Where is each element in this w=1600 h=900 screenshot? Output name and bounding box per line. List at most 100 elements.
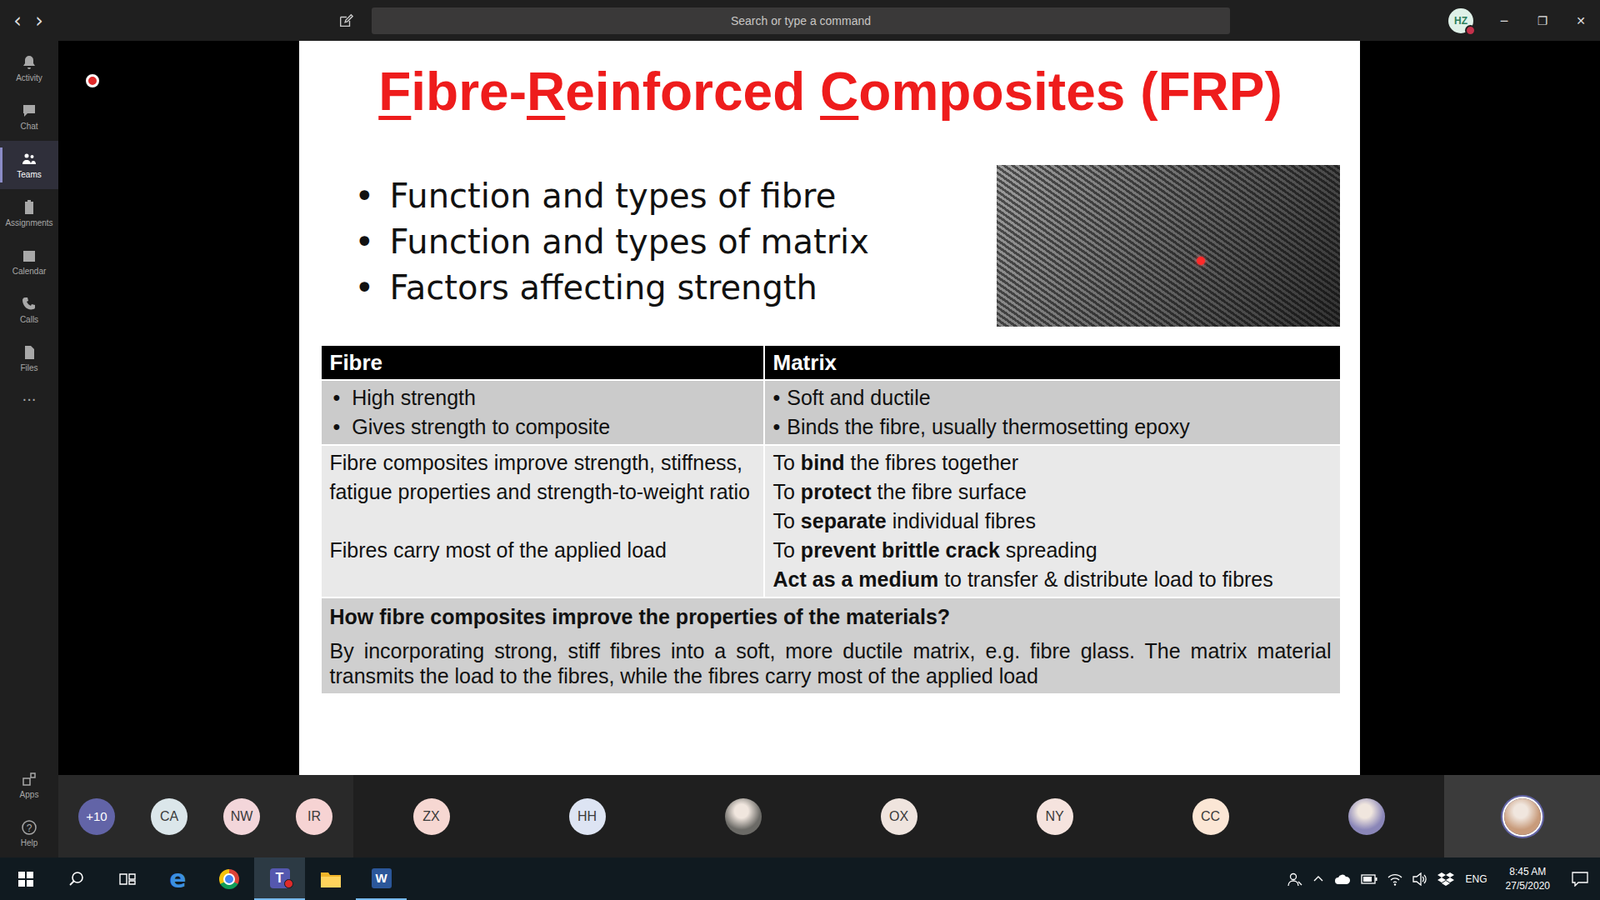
- line-segment: Act as a medium: [773, 567, 940, 591]
- notification-button[interactable]: [1560, 857, 1600, 900]
- title-segment: R: [526, 61, 565, 122]
- window-control[interactable]: ❐: [1523, 0, 1562, 41]
- clock[interactable]: 8:45 AM27/5/2020: [1495, 865, 1560, 894]
- rail-item[interactable]: Activity: [0, 44, 59, 93]
- line-segment: individual fibres: [886, 509, 1036, 533]
- taskbar-app[interactable]: T: [254, 857, 305, 900]
- matrix-line: Act as a medium to transfer & distribute…: [773, 565, 1332, 595]
- system-tray: ENG8:45 AM27/5/2020: [1282, 857, 1600, 900]
- participant-tile[interactable]: HH: [509, 775, 665, 858]
- task-view-button[interactable]: [101, 857, 153, 900]
- line-segment: To: [773, 480, 801, 504]
- rail-item[interactable]: Apps: [0, 760, 59, 810]
- participant-avatar[interactable]: CA: [150, 798, 188, 835]
- participant-avatar: NY: [1036, 798, 1074, 835]
- cell-bullet: •Binds the fibre, usually thermosetting …: [773, 412, 1332, 442]
- chrome-icon: [219, 869, 240, 890]
- bullet-marker: •: [773, 383, 781, 413]
- participant-tile[interactable]: CC: [1132, 775, 1289, 858]
- title-segment: omposites (FRP): [858, 61, 1282, 122]
- search-box[interactable]: Search or type a command: [371, 7, 1230, 35]
- battery-icon[interactable]: [1360, 874, 1378, 885]
- taskbar-app[interactable]: [203, 857, 255, 900]
- cell-text: Fibres carry most of the applied load: [330, 535, 755, 565]
- language-indicator[interactable]: ENG: [1459, 873, 1496, 885]
- rail-icon: ?: [20, 819, 38, 836]
- rail-icon: [20, 770, 38, 788]
- rail-item[interactable]: ?Help: [0, 809, 59, 858]
- windows-icon: [18, 871, 34, 887]
- window-control[interactable]: ─: [1485, 0, 1524, 41]
- fibre-photo: [996, 165, 1340, 327]
- slide-upper: •Function and types of fibre•Function an…: [321, 165, 1340, 327]
- participant-avatar[interactable]: NW: [223, 798, 260, 835]
- taskbar-app[interactable]: [305, 857, 356, 900]
- participant-tile[interactable]: [665, 775, 821, 858]
- matrix-line: To bind the fibres together: [773, 448, 1332, 478]
- edge-icon: e: [169, 866, 186, 892]
- rail-item[interactable]: Teams: [0, 140, 59, 190]
- chevron-up-icon[interactable]: [1312, 873, 1325, 885]
- notification-icon: [1571, 871, 1589, 887]
- cell-bullet: • High strength: [330, 383, 755, 413]
- participant-photo: [1504, 798, 1541, 835]
- compose-icon[interactable]: [338, 13, 354, 29]
- table-cell: Fibre composites improve strength, stiff…: [321, 445, 764, 597]
- search-button[interactable]: [50, 857, 102, 900]
- participant-tile[interactable]: NY: [976, 775, 1133, 858]
- rail-item[interactable]: Calendar: [0, 237, 59, 286]
- participant-tile[interactable]: [1444, 775, 1600, 858]
- participant-avatar: HH: [569, 798, 606, 835]
- rail-icon: [20, 344, 38, 361]
- participant-photo: [725, 798, 762, 835]
- header-cell: Fibre: [321, 345, 764, 380]
- question: How fibre composites improve the propert…: [330, 601, 1332, 632]
- laser-pointer-icon: [1196, 256, 1205, 265]
- bullet-marker: •: [333, 383, 341, 413]
- taskbar-app[interactable]: e: [152, 857, 204, 900]
- cloud-icon[interactable]: [1334, 873, 1351, 885]
- app-body: Activity ChatTeams Assignments Calendar Call…: [0, 40, 1600, 858]
- user-avatar[interactable]: HZ: [1448, 8, 1474, 34]
- title-bar: ‹› Search or type a command HZ ─❐✕: [0, 0, 1600, 41]
- rail-item[interactable]: Assignments: [0, 189, 59, 238]
- participant-avatar: OX: [880, 798, 918, 835]
- bullet-text: Function and types of fibre: [390, 173, 837, 220]
- table-cell: •Soft and ductile•Binds the fibre, usual…: [765, 380, 1340, 445]
- participant-tile[interactable]: [1288, 775, 1445, 858]
- participant-strip: +10 CA NW IR ZX HH OX NY CC: [58, 775, 1600, 858]
- forward-button[interactable]: ›: [28, 7, 50, 35]
- matrix-line: To separate individual fibres: [773, 506, 1332, 536]
- dropbox-icon[interactable]: [1437, 871, 1455, 887]
- line-segment: prevent brittle crack: [800, 538, 1000, 562]
- line-segment: To: [773, 538, 801, 562]
- cell-text: Soft and ductile: [786, 383, 930, 413]
- people-icon[interactable]: [1287, 871, 1303, 887]
- participant-tile[interactable]: OX: [820, 775, 977, 858]
- participant-tile[interactable]: ZX: [353, 775, 510, 858]
- rail-label: Activity: [15, 73, 43, 83]
- rail-item[interactable]: Chat: [0, 92, 59, 141]
- svg-text:?: ?: [26, 822, 33, 835]
- rail-item[interactable]: Calls: [0, 285, 59, 335]
- participant-avatar[interactable]: IR: [295, 798, 333, 835]
- rail-item[interactable]: Files: [0, 334, 59, 383]
- bullet-list: •Function and types of fibre•Function an…: [321, 165, 870, 327]
- rail-label: Calendar: [12, 266, 47, 276]
- rail-label: Assignments: [5, 218, 53, 228]
- back-button[interactable]: ‹: [6, 7, 29, 35]
- volume-icon[interactable]: [1412, 872, 1428, 886]
- line-segment: bind: [800, 450, 845, 475]
- rail-icon: [20, 54, 38, 71]
- meeting-area: Fibre-Reinforced Composites (FRP)•Functi…: [58, 40, 1600, 858]
- more-button[interactable]: ···: [0, 382, 59, 416]
- participant-avatar[interactable]: +10: [78, 798, 115, 835]
- start-button[interactable]: [0, 857, 51, 900]
- line-segment: To: [773, 509, 801, 533]
- window-control[interactable]: ✕: [1561, 0, 1600, 41]
- rail-label: Apps: [20, 790, 40, 800]
- taskbar-app[interactable]: W: [355, 857, 407, 900]
- rail-icon: [20, 150, 38, 168]
- wifi-icon[interactable]: [1387, 872, 1403, 886]
- cell-text: High strength: [351, 383, 476, 413]
